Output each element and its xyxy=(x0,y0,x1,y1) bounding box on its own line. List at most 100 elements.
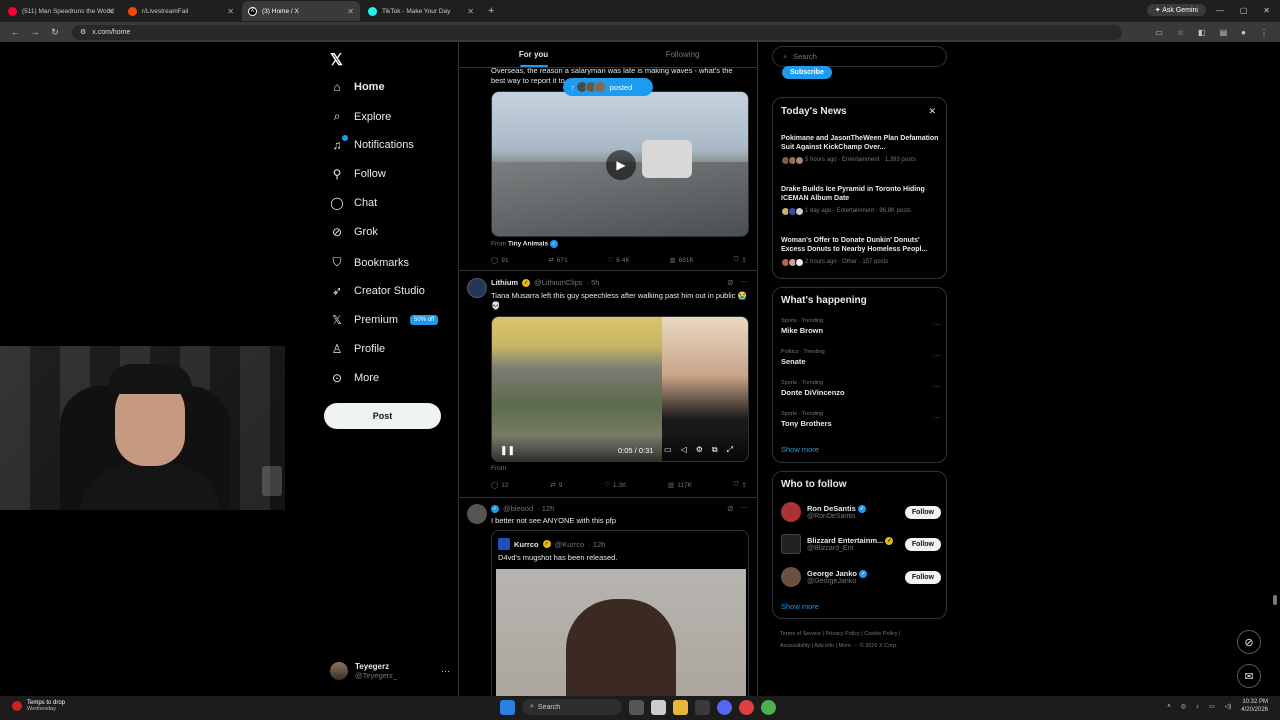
avatar[interactable] xyxy=(467,504,487,524)
chrome-profile-icon[interactable] xyxy=(761,699,776,715)
ask-gemini-button[interactable]: ✦ Ask Gemini xyxy=(1146,4,1206,16)
quoted-tweet[interactable]: Kurrco ✓ @Kurrco · 12h D4vd's mugshot ha… xyxy=(491,530,749,696)
nav-chat[interactable]: ◯ Chat xyxy=(330,196,377,210)
close-icon[interactable]: ✕ xyxy=(467,7,474,16)
show-more-link[interactable]: Show more xyxy=(781,602,819,611)
more-options-icon[interactable]: ··· xyxy=(933,351,941,360)
close-icon[interactable]: ✕ xyxy=(227,7,234,16)
site-info-icon[interactable]: ⚙ xyxy=(80,28,86,36)
author-handle[interactable]: @LithiumClips xyxy=(534,278,582,287)
minimize-icon[interactable]: — xyxy=(1216,6,1224,15)
discord-icon[interactable] xyxy=(717,699,732,715)
mic-icon[interactable]: ♪ xyxy=(1196,704,1199,710)
footer-link[interactable]: Privacy Policy xyxy=(825,631,859,637)
nav-follow[interactable]: ⚲ Follow xyxy=(330,167,386,181)
repost-button[interactable]: ⇄ 9 xyxy=(550,481,562,490)
search-input[interactable]: ⌕ Search xyxy=(772,46,947,67)
follow-button[interactable]: Follow xyxy=(904,570,941,584)
grok-icon[interactable]: ⊘ xyxy=(727,504,734,513)
author-name[interactable]: Lithium xyxy=(491,278,518,287)
follow-suggestion[interactable]: Ron DeSantis ✓ @RonDeSantis Follow xyxy=(781,502,941,522)
news-item[interactable]: Woman's Offer to Donate Dunkin' Donuts' … xyxy=(781,236,939,267)
nav-premium[interactable]: 𝕏 Premium 50% off xyxy=(330,313,439,327)
back-icon[interactable]: ← xyxy=(10,27,20,37)
reply-button[interactable]: ◯ 12 xyxy=(491,481,509,490)
maximize-icon[interactable]: ▢ xyxy=(1240,6,1248,15)
browser-tab-reddit[interactable]: r/LivestreamFail ✕ xyxy=(122,1,240,21)
nav-grok[interactable]: ⊘ Grok xyxy=(330,225,378,239)
bookmark-button[interactable]: ⛉ ⇪ xyxy=(734,481,747,489)
subscribe-button[interactable]: Subscribe xyxy=(782,66,832,79)
nav-creator-studio[interactable]: ➶ Creator Studio xyxy=(330,284,425,298)
follow-button[interactable]: Follow xyxy=(904,505,941,519)
nav-bookmarks[interactable]: ⛉ Bookmarks xyxy=(330,255,409,270)
captions-icon[interactable]: ▭ xyxy=(664,445,672,455)
nav-profile[interactable]: ♙ Profile xyxy=(330,342,386,356)
nav-explore[interactable]: ⌕ Explore xyxy=(330,109,392,124)
tweet-time[interactable]: · 5h xyxy=(587,278,600,287)
trend-item[interactable]: Sports · Trending Tony Brothers ··· xyxy=(781,411,941,428)
like-button[interactable]: ♡ 1.3K xyxy=(604,481,626,490)
close-icon[interactable]: ✕ xyxy=(928,106,936,117)
author-handle[interactable]: @bieood xyxy=(503,504,533,513)
reply-button[interactable]: ◯ 91 xyxy=(491,256,509,265)
follow-suggestion[interactable]: Blizzard Entertainm... ✓ @Blizzard_Ent Fo… xyxy=(781,534,941,554)
grok-fab-icon[interactable]: ⊘ xyxy=(1237,630,1261,654)
forward-icon[interactable]: → xyxy=(30,27,40,37)
close-icon[interactable]: ✕ xyxy=(107,7,114,16)
clock[interactable]: 10:32 PM 4/20/2026 xyxy=(1241,699,1268,715)
reload-icon[interactable]: ↻ xyxy=(50,27,60,38)
news-item[interactable]: Drake Builds Ice Pyramid in Toronto Hidi… xyxy=(781,185,939,216)
install-icon[interactable]: ▭ xyxy=(1155,28,1163,37)
views-button[interactable]: ▥ 681K xyxy=(669,256,693,265)
more-options-icon[interactable]: ··· xyxy=(740,277,748,286)
mugshot-image[interactable] xyxy=(496,569,746,696)
video-player[interactable]: ▶ xyxy=(491,91,749,237)
close-window-icon[interactable]: ✕ xyxy=(1263,6,1270,15)
star-icon[interactable]: ☆ xyxy=(1177,28,1184,37)
pause-icon[interactable]: ❚❚ xyxy=(500,445,515,456)
close-icon[interactable]: ✕ xyxy=(347,7,354,16)
tweet-time[interactable]: · 12h xyxy=(537,504,554,513)
avatar[interactable] xyxy=(467,278,487,298)
nav-home[interactable]: ⌂ Home xyxy=(330,80,384,94)
taskbar-search[interactable]: ⌕ Search xyxy=(522,699,622,715)
chrome-icon[interactable] xyxy=(739,699,754,715)
mute-icon[interactable]: ◁ xyxy=(681,445,687,455)
url-input[interactable]: ⚙ x.com/home xyxy=(72,24,1122,40)
more-options-icon[interactable]: ··· xyxy=(933,413,941,422)
display-icon[interactable]: ▭ xyxy=(1209,703,1215,710)
trend-item[interactable]: Politics · Trending Senate ··· xyxy=(781,349,941,366)
settings-icon[interactable]: ⚙ xyxy=(696,445,703,455)
show-more-link[interactable]: Show more xyxy=(781,445,819,454)
profile-icon[interactable]: ● xyxy=(1241,28,1246,37)
trend-item[interactable]: Sports · Trending Mike Brown ··· xyxy=(781,318,941,335)
follow-suggestion[interactable]: George Janko ✓ @GeorgeJanko Follow xyxy=(781,567,941,587)
follow-button[interactable]: Follow xyxy=(904,537,941,551)
footer-link[interactable]: Cookie Policy xyxy=(864,631,897,637)
messages-fab-icon[interactable]: ✉ xyxy=(1237,664,1261,688)
fullscreen-icon[interactable]: ⤢ xyxy=(727,445,733,455)
footer-link[interactable]: Accessibility xyxy=(780,643,810,649)
volume-icon[interactable]: ◁) xyxy=(1225,703,1232,710)
new-posts-pill[interactable]: ↑ posted xyxy=(563,78,653,96)
more-options-icon[interactable]: ··· xyxy=(933,382,941,391)
file-explorer-icon[interactable] xyxy=(673,699,688,715)
footer-link[interactable]: Ads info xyxy=(814,643,834,649)
play-icon[interactable]: ▶ xyxy=(606,150,636,180)
browser-tab-youtube[interactable]: (511) Man Speedruns the World ✕ xyxy=(2,1,120,21)
widgets-icon[interactable] xyxy=(651,699,666,715)
more-options-icon[interactable]: ··· xyxy=(933,320,941,329)
bookmark-button[interactable]: ⛉ ⇪ xyxy=(734,256,747,264)
pip-icon[interactable]: ⧉ xyxy=(712,445,718,455)
new-tab-button[interactable]: + xyxy=(488,5,494,17)
video-player[interactable]: ❚❚ 0:05 / 0:31 ▭ ◁ ⚙ ⧉ ⤢ xyxy=(491,316,749,462)
start-icon[interactable] xyxy=(500,699,515,715)
browser-tab-tiktok[interactable]: TikTok - Make Your Day ✕ xyxy=(362,1,480,21)
repost-button[interactable]: ⇄ 671 xyxy=(548,256,567,265)
trend-item[interactable]: Sports · Trending Donte DiVincenzo ··· xyxy=(781,380,941,397)
scrollbar-thumb[interactable] xyxy=(1273,595,1277,605)
views-button[interactable]: ▥ 117K xyxy=(668,481,692,490)
share-icon[interactable]: ⇪ xyxy=(742,256,747,264)
more-options-icon[interactable]: ··· xyxy=(441,666,450,676)
